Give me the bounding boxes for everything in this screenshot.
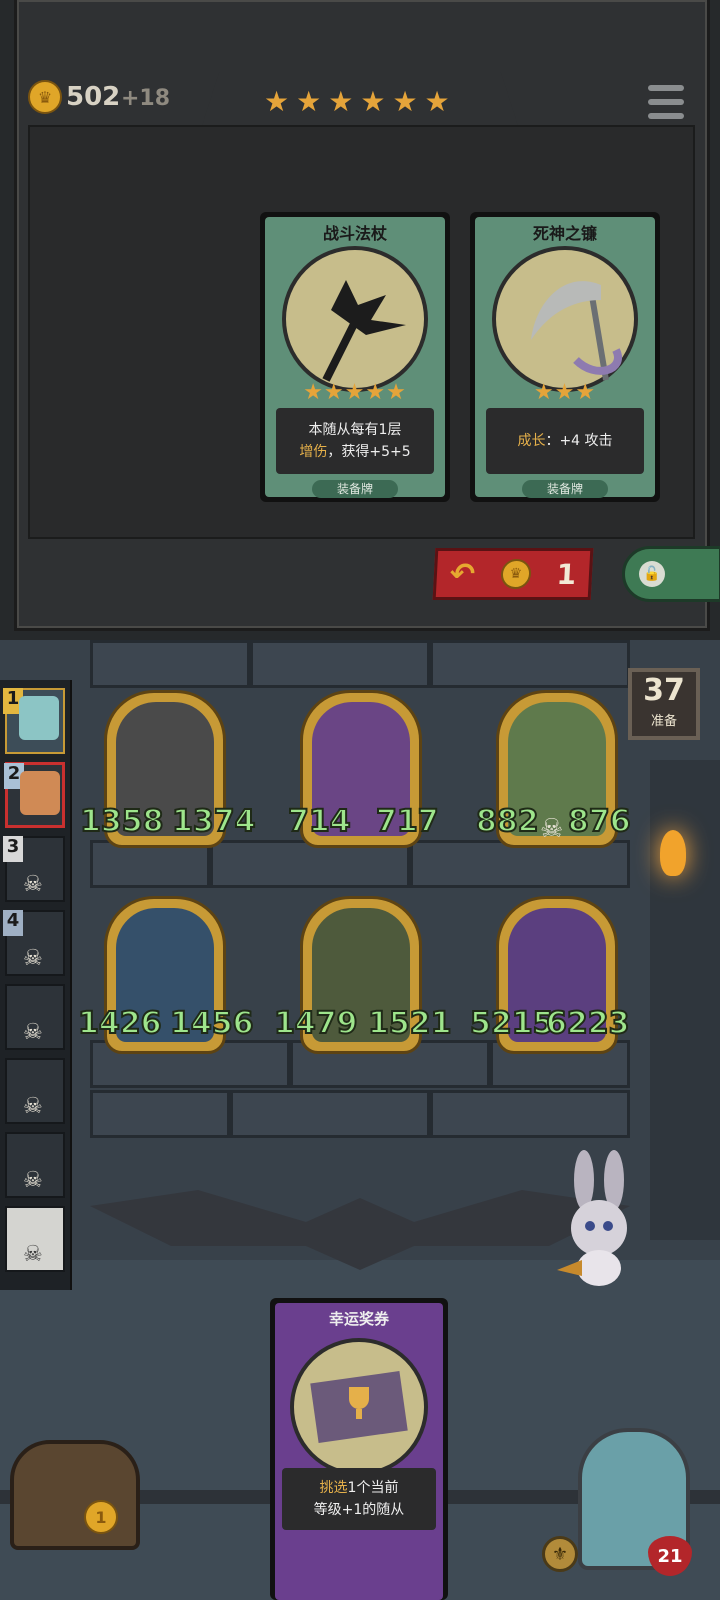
card-type-tag: 装备牌: [522, 480, 608, 498]
skull-icon: ☠: [540, 814, 564, 844]
gold-coin-icon: ♛: [500, 559, 532, 589]
reward-card-lucky-ticket[interactable]: 幸运奖券 挑选1个当前 等级+1的随从: [270, 1298, 448, 1600]
rank-badge: 4: [3, 910, 23, 936]
desc-line: 等级+1的随从: [313, 1502, 405, 1518]
tavern-star-icon: ★: [296, 85, 322, 118]
turn-number: 37: [643, 673, 685, 708]
skull-icon: ☠: [23, 1168, 43, 1193]
ranking-slot-2[interactable]: 2: [4, 762, 65, 828]
keyword-growth: 成长: [517, 433, 546, 449]
desc-line: 增伤，获得+5+5: [276, 441, 434, 463]
staff-art-icon: [282, 246, 428, 392]
card-description: 成长：+4 攻击: [486, 408, 644, 474]
refresh-button[interactable]: ↶ ♛ 1: [432, 548, 594, 600]
minion-attack: 1358: [79, 803, 164, 840]
treasure-chest-icon[interactable]: [10, 1440, 140, 1550]
desc-text: ，获得+5+5: [327, 444, 411, 460]
player-ranking-sidebar: 1 2 3 ☠ 4 ☠ ☠ ☠ ☠ ☠: [0, 680, 72, 1290]
gold-coin-icon: ♛: [28, 80, 62, 114]
scythe-art-icon: [492, 246, 638, 392]
hero-power-icon[interactable]: ⚜: [542, 1536, 578, 1572]
turn-label: 准备: [650, 714, 677, 729]
desc-line: 成长：+4 攻击: [486, 430, 644, 452]
minion-attack: 882: [475, 803, 540, 840]
shop-panel: ♛ 502 +18 ★ ★ ★ ★ ★ ★ 战斗法杖 ★★★★★ 本随从每有1层…: [0, 0, 720, 640]
card-stars: ★★★: [533, 380, 597, 405]
minion-attack: 1479: [273, 1005, 358, 1042]
trophy-art-icon: [290, 1338, 428, 1476]
ranking-slot-6[interactable]: ☠: [5, 1058, 65, 1124]
ranking-slot-4[interactable]: 4 ☠: [3, 910, 65, 976]
desc-text: 1个当前: [347, 1480, 399, 1496]
unlocked-padlock-icon: 🔓: [639, 561, 665, 587]
minion-health: 876: [567, 803, 632, 840]
tavern-star-icon: ★: [328, 85, 354, 118]
torch-flame-icon: [660, 830, 686, 876]
turn-counter: 37 准备: [628, 668, 700, 740]
card-stars: ★★★★★: [303, 380, 407, 405]
minion-health: 1374: [171, 803, 256, 840]
minion-health: 1521: [367, 1005, 452, 1042]
refresh-arrow-icon: ↶: [448, 556, 476, 592]
card-type-tag: 装备牌: [312, 480, 398, 498]
skull-icon: ☠: [23, 1094, 43, 1119]
skull-icon: ☠: [23, 946, 43, 971]
shop-card-death-scythe[interactable]: 死神之镰 ★★★ 成长：+4 攻击 装备牌: [470, 212, 660, 502]
ranking-slot-1[interactable]: 1: [3, 688, 65, 754]
gold-income: +18: [121, 86, 171, 111]
keyword-select: 挑选: [319, 1480, 348, 1496]
card-description: 挑选1个当前 等级+1的随从: [282, 1468, 436, 1530]
ranking-slot-5[interactable]: ☠: [5, 984, 65, 1050]
ranking-slot-8[interactable]: ☠: [5, 1206, 65, 1272]
skull-icon: ☠: [23, 872, 43, 897]
rank-badge: 3: [3, 836, 23, 862]
chest-count-badge: 1: [84, 1500, 118, 1534]
player-portrait: [19, 696, 59, 740]
card-description: 本随从每有1层 增伤，获得+5+5: [276, 408, 434, 474]
tavern-star-icon: ★: [392, 85, 418, 118]
tavern-star-icon: ★: [424, 85, 450, 118]
desc-text: ：+4 攻击: [545, 433, 613, 449]
tavern-star-row: ★ ★ ★ ★ ★ ★: [264, 88, 450, 116]
card-title: 死神之镰: [532, 224, 597, 243]
bunny-mascot-icon[interactable]: [552, 1150, 644, 1290]
desc-line: 本随从每有1层: [308, 422, 402, 438]
card-title: 幸运奖券: [328, 1310, 389, 1328]
minion-attack: 1426: [77, 1005, 162, 1042]
keyword-damage-boost: 增伤: [299, 444, 328, 460]
ranking-slot-3[interactable]: 3 ☠: [3, 836, 65, 902]
minion-attack: 5215: [469, 1005, 554, 1042]
skull-icon: ☠: [23, 1242, 43, 1267]
ranking-slot-7[interactable]: ☠: [5, 1132, 65, 1198]
card-title: 战斗法杖: [322, 224, 387, 243]
gold-amount: 502: [66, 82, 121, 112]
minion-health: 1456: [169, 1005, 254, 1042]
lock-shop-button[interactable]: 🔓: [622, 546, 720, 602]
player-portrait: [20, 771, 60, 815]
menu-icon[interactable]: [648, 85, 684, 119]
minion-health: 717: [375, 803, 440, 840]
tavern-star-icon: ★: [264, 85, 290, 118]
minion-health: 6223: [545, 1005, 630, 1042]
shop-card-battle-staff[interactable]: 战斗法杖 ★★★★★ 本随从每有1层 增伤，获得+5+5 装备牌: [260, 212, 450, 502]
tavern-star-icon: ★: [360, 85, 386, 118]
skull-icon: ☠: [23, 1020, 43, 1045]
refresh-cost: 1: [555, 557, 577, 591]
stone-pillar: [650, 760, 720, 1240]
desc-line: 挑选1个当前: [282, 1477, 436, 1499]
minion-attack: 714: [287, 803, 352, 840]
